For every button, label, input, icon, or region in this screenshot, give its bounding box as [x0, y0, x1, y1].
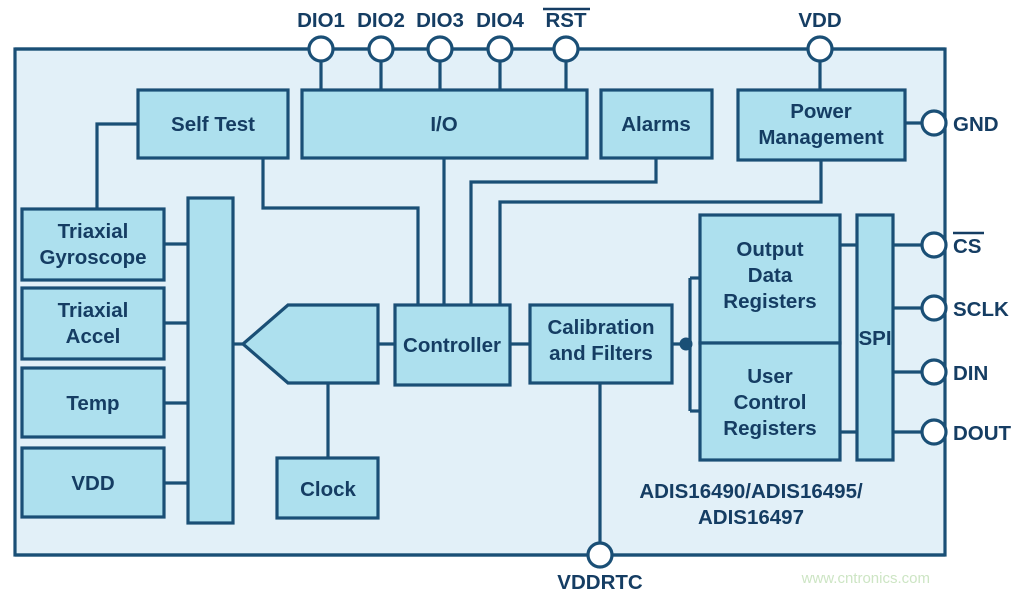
pin-din[interactable]: [920, 358, 948, 386]
pin-label-dio3: DIO3: [416, 9, 464, 32]
pin-cs[interactable]: [920, 231, 948, 259]
power-management-label-line1: Power: [790, 100, 852, 123]
block-multiplexer[interactable]: [186, 196, 235, 525]
pin-label-dio4: DIO4: [476, 9, 524, 32]
pin-label-dio1: DIO1: [297, 9, 345, 32]
pin-label-vddrtc: VDDRTC: [557, 571, 643, 594]
user-control-registers-label-line2: Control: [734, 391, 807, 414]
vdd-sensor-label: VDD: [71, 472, 114, 495]
pin-label-dio2: DIO2: [357, 9, 405, 32]
calibration-label-line1: Calibration: [547, 316, 654, 339]
triaxial-accel-label-line1: Triaxial: [58, 299, 129, 322]
pin-label-rst: RST: [546, 9, 587, 32]
calibration-label-line2: and Filters: [549, 342, 653, 365]
temp-label: Temp: [66, 392, 119, 415]
user-control-registers-label-line3: Registers: [723, 417, 816, 440]
output-data-registers-label-line1: Output: [736, 238, 803, 261]
block-diagram: Self Test I/O Alarms Power Management Tr…: [0, 0, 1031, 598]
pin-label-din: DIN: [953, 362, 988, 385]
triaxial-accel-label-line2: Accel: [66, 325, 121, 348]
pin-dio1[interactable]: [307, 35, 335, 63]
triaxial-gyroscope-label-line2: Gyroscope: [39, 246, 146, 269]
pin-dio2[interactable]: [367, 35, 395, 63]
pin-dout[interactable]: [920, 418, 948, 446]
pin-dio4[interactable]: [486, 35, 514, 63]
controller-label: Controller: [403, 334, 501, 357]
spi-label: SPI: [858, 327, 891, 350]
output-data-registers-label-line2: Data: [748, 264, 793, 287]
diagram-canvas: Self Test I/O Alarms Power Management Tr…: [13, 7, 1012, 594]
bus-junction-dot: [679, 337, 693, 351]
pin-rst[interactable]: [552, 35, 580, 63]
pin-vdd[interactable]: [806, 35, 834, 63]
pin-label-cs: CS: [953, 235, 981, 258]
watermark-text: www.cntronics.com: [801, 570, 930, 587]
pin-dio3[interactable]: [426, 35, 454, 63]
pin-label-vdd: VDD: [798, 9, 841, 32]
clock-label: Clock: [300, 478, 356, 501]
pin-label-sclk: SCLK: [953, 298, 1009, 321]
triaxial-gyroscope-label-line1: Triaxial: [58, 220, 129, 243]
alarms-label: Alarms: [621, 113, 691, 136]
pin-sclk[interactable]: [920, 294, 948, 322]
io-label: I/O: [430, 113, 457, 136]
self-test-label: Self Test: [171, 113, 255, 136]
user-control-registers-label-line1: User: [747, 365, 793, 388]
pin-vddrtc[interactable]: [586, 541, 614, 569]
chip-part-number-line1: ADIS16490/ADIS16495/: [639, 480, 863, 503]
pin-label-dout: DOUT: [953, 422, 1012, 445]
chip-part-number-line2: ADIS16497: [698, 506, 804, 529]
power-management-label-line2: Management: [758, 126, 883, 149]
output-data-registers-label-line3: Registers: [723, 290, 816, 313]
pin-gnd[interactable]: [920, 109, 948, 137]
pin-label-gnd: GND: [953, 113, 999, 136]
